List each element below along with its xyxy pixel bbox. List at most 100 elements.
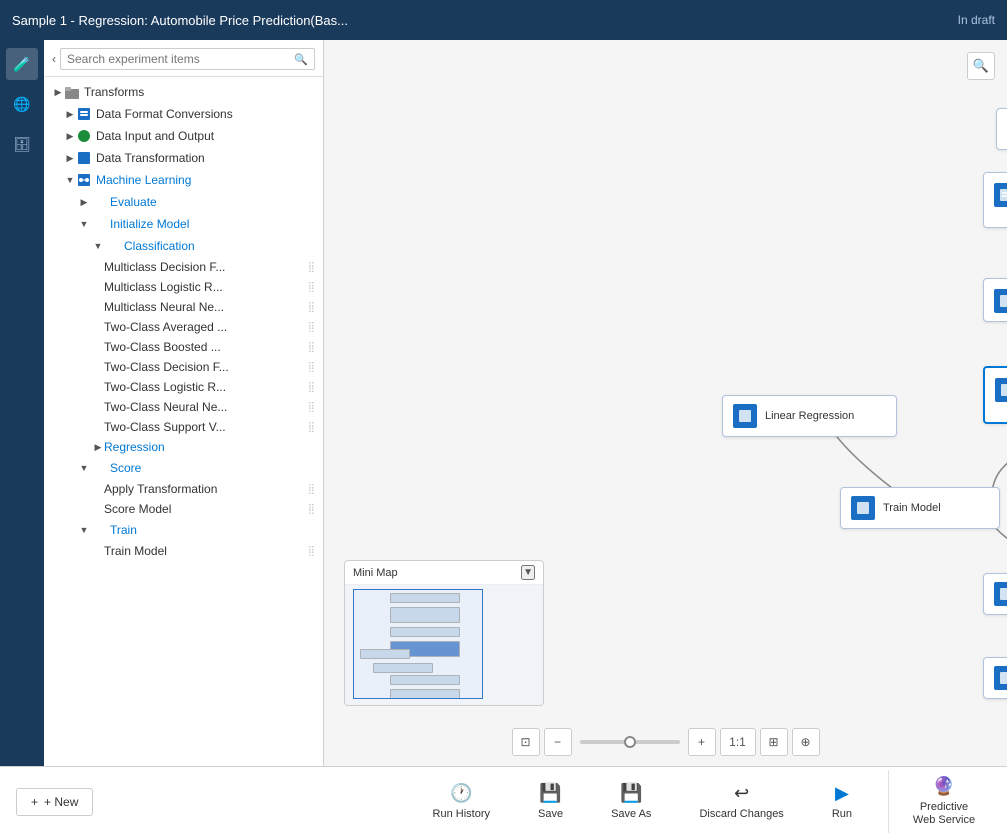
zoom-in-button[interactable]: + [688, 728, 716, 756]
node-icon [851, 496, 875, 520]
expand-icon: ▼ [92, 240, 104, 252]
search-container: 🔍 [60, 48, 315, 70]
drag-handle: ⣿ [308, 362, 315, 373]
run-history-label: Run History [433, 808, 490, 820]
expand-icon: ▼ [78, 524, 90, 536]
tree-item-regression[interactable]: ▶ Regression [44, 437, 323, 457]
node-score-model[interactable]: Score Model [983, 573, 1007, 615]
canvas-search-button[interactable]: 🔍 [967, 52, 995, 80]
database-button[interactable]: 🗄 [6, 128, 38, 160]
zoom-thumb [624, 736, 636, 748]
tree-item-twoclass-logistic[interactable]: Two-Class Logistic R... ⣿ [44, 377, 323, 397]
globe-button[interactable]: 🌐 [6, 88, 38, 120]
tree-item-twoclass-support[interactable]: Two-Class Support V... ⣿ [44, 417, 323, 437]
tree-content: ▶ Transforms ▶ Data Format Conversions [44, 77, 323, 766]
icon-sidebar: 🧪 🌐 🗄 [0, 40, 44, 766]
expand-icon: ▶ [78, 196, 90, 208]
zoom-out-button[interactable]: − [544, 728, 572, 756]
tree-item-data-input[interactable]: ▶ Data Input and Output [44, 125, 323, 147]
drag-handle: ⣿ [308, 484, 315, 495]
tree-item-twoclass-averaged[interactable]: Two-Class Averaged ... ⣿ [44, 317, 323, 337]
node-auto-price[interactable]: Automobile price data (Raw) [996, 108, 1007, 150]
predict-icon: 🔮 [933, 776, 955, 797]
tree-label: Data Format Conversions [96, 107, 315, 121]
node-split-data[interactable]: Split Data split the dataset into traini… [983, 366, 1007, 424]
node-clean-missing[interactable]: Clean Missing Data remove missing value … [983, 278, 1007, 322]
search-icon: 🔍 [294, 53, 308, 66]
folder-icon [64, 84, 80, 100]
save-as-button[interactable]: 💾 Save As [599, 777, 663, 826]
collapse-button[interactable]: ‹ [52, 52, 56, 66]
tree-panel: ‹ 🔍 ▶ Transforms ▶ [44, 40, 324, 766]
search-input[interactable] [67, 52, 294, 66]
canvas-toolbar: ⊡ − + 1:1 ⊞ ⊕ [324, 728, 1007, 756]
mini-map-toggle[interactable]: ▼ [521, 565, 535, 580]
tree-label: Data Input and Output [96, 129, 315, 143]
tree-item-multiclass-logistic[interactable]: Multiclass Logistic R... ⣿ [44, 277, 323, 297]
tree-item-apply-transformation[interactable]: Apply Transformation ⣿ [44, 479, 323, 499]
tree-item-transforms[interactable]: ▶ Transforms [44, 81, 323, 103]
predict-label: Predictive Web Service [909, 801, 979, 827]
tree-label: Multiclass Decision F... [104, 260, 308, 274]
tree-item-train[interactable]: ▼ Train [44, 519, 323, 541]
new-button[interactable]: + + New [16, 788, 93, 816]
node-label: Linear Regression [765, 410, 854, 422]
drag-handle: ⣿ [308, 322, 315, 333]
predict-button[interactable]: 🔮 Predictive Web Service [888, 770, 991, 833]
module-icon [76, 106, 92, 122]
expand-icon: ▶ [64, 130, 76, 142]
action-bar-right: 🕐 Run History 💾 Save 💾 Save As ↩ Discard… [421, 770, 991, 833]
flask-button[interactable]: 🧪 [6, 48, 38, 80]
action-bar: + + New 🕐 Run History 💾 Save 💾 Save As ↩… [0, 766, 1007, 836]
tree-item-classification[interactable]: ▼ Classification [44, 235, 323, 257]
module-icon [76, 172, 92, 188]
reset-zoom-button[interactable]: 1:1 [720, 728, 756, 756]
tree-item-score-model-leaf[interactable]: Score Model ⣿ [44, 499, 323, 519]
tree-item-machine-learning[interactable]: ▼ Machine Learning [44, 169, 323, 191]
canvas-area: Automobile price data (Raw) Select Colum… [324, 40, 1007, 766]
drag-handle: ⣿ [308, 402, 315, 413]
expand-icon: ▶ [92, 441, 104, 453]
move-button[interactable]: ⊕ [792, 728, 820, 756]
tree-item-evaluate[interactable]: ▶ Evaluate [44, 191, 323, 213]
expand-icon: ▶ [64, 152, 76, 164]
mini-map-content [345, 585, 543, 705]
expand-icon: ▼ [78, 462, 90, 474]
zoom-slider[interactable] [580, 740, 680, 744]
tree-item-twoclass-decision[interactable]: Two-Class Decision F... ⣿ [44, 357, 323, 377]
run-history-button[interactable]: 🕐 Run History [421, 777, 502, 826]
save-as-icon: 💾 [620, 783, 642, 804]
tree-item-data-format[interactable]: ▶ Data Format Conversions [44, 103, 323, 125]
tree-item-init-model[interactable]: ▼ Initialize Model [44, 213, 323, 235]
save-icon: 💾 [539, 783, 561, 804]
draft-status: In draft [958, 13, 995, 27]
expand-button[interactable]: ⊞ [760, 728, 788, 756]
tree-item-twoclass-boosted[interactable]: Two-Class Boosted ... ⣿ [44, 337, 323, 357]
tree-label: Two-Class Support V... [104, 420, 308, 434]
node-select-columns[interactable]: Select Columns in Dataset exclude normal… [983, 172, 1007, 228]
tree-item-train-model-leaf[interactable]: Train Model ⣿ [44, 541, 323, 561]
tree-item-twoclass-neural[interactable]: Two-Class Neural Ne... ⣿ [44, 397, 323, 417]
tree-label: Initialize Model [110, 217, 315, 231]
tree-item-multiclass-neural[interactable]: Multiclass Neural Ne... ⣿ [44, 297, 323, 317]
node-train-model[interactable]: Train Model [840, 487, 1000, 529]
node-linear-regression[interactable]: Linear Regression [722, 395, 897, 437]
tree-panel-header: ‹ 🔍 [44, 40, 323, 77]
save-label: Save [538, 808, 563, 820]
fit-button[interactable]: ⊡ [512, 728, 540, 756]
node-icon [733, 404, 757, 428]
tree-item-score[interactable]: ▼ Score [44, 457, 323, 479]
tree-label: Two-Class Neural Ne... [104, 400, 308, 414]
tree-item-data-transform[interactable]: ▶ Data Transformation [44, 147, 323, 169]
discard-button[interactable]: ↩ Discard Changes [687, 777, 795, 826]
top-bar: Sample 1 - Regression: Automobile Price … [0, 0, 1007, 40]
mini-map-header: Mini Map ▼ [345, 561, 543, 585]
run-icon: ▶ [835, 783, 849, 804]
save-button[interactable]: 💾 Save [526, 777, 575, 826]
drag-handle: ⣿ [308, 342, 315, 353]
node-evaluate-model[interactable]: Evaluate Model [983, 657, 1007, 699]
tree-item-multiclass-decision[interactable]: Multiclass Decision F... ⣿ [44, 257, 323, 277]
run-button[interactable]: ▶ Run [820, 777, 864, 826]
tree-label: Two-Class Decision F... [104, 360, 308, 374]
node-label: Train Model [883, 502, 941, 514]
